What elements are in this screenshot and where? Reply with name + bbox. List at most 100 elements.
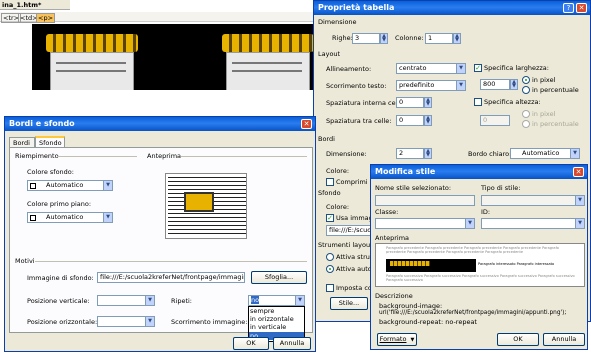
repeat-option[interactable]: sempre <box>250 307 274 315</box>
chevron-down-icon: ▼ <box>103 213 112 222</box>
style-preview-box: Paragrafo precedente Paragrafo precedent… <box>375 243 585 287</box>
borders-shading-title: Bordi e sfondo <box>9 119 75 128</box>
fill-divider <box>57 156 137 157</box>
repeat-value: no <box>251 296 260 304</box>
style-type-select[interactable]: ▼ <box>481 195 585 206</box>
height-input[interactable]: 0 <box>480 115 510 126</box>
border-size-label: Dimensione: <box>326 150 367 158</box>
width-spinner[interactable]: ▲ ▼ <box>510 79 518 90</box>
height-percent-label: in percentuale <box>532 120 579 128</box>
description-line-1: background-image: <box>379 302 443 310</box>
modify-style-titlebar: Modifica stile <box>371 165 587 179</box>
class-select[interactable]: ▼ <box>375 218 475 229</box>
light-border-select[interactable]: Automatico ▼ <box>510 148 580 159</box>
align-select[interactable]: centrato ▼ <box>396 63 466 74</box>
id-label: ID: <box>481 208 491 216</box>
close-icon[interactable]: ✕ <box>301 119 312 129</box>
repeat-select[interactable]: no ▼ <box>248 295 305 306</box>
cols-spinner[interactable]: ▲ ▼ <box>453 33 461 44</box>
chevron-down-icon: ▼ <box>456 81 465 90</box>
hpos-select[interactable]: ▼ <box>97 316 155 327</box>
preview-next-text: Paragrafo successivo Paragrafo successiv… <box>386 274 575 282</box>
repeat-option[interactable]: in verticale <box>250 323 286 331</box>
vpos-label: Posizione verticale: <box>27 297 90 305</box>
width-pixel-label: in pixel <box>532 76 556 84</box>
bg-color-label: Colore sfondo: <box>27 168 74 176</box>
height-pixel-radio[interactable] <box>522 110 530 118</box>
preview-inline-text: Paragrafo interessato Paragrafo interess… <box>478 262 555 266</box>
help-icon[interactable]: ? <box>563 3 574 13</box>
section-borders: Bordi <box>318 135 335 143</box>
repeat-option[interactable]: in orizzontale <box>250 315 294 323</box>
vpos-select[interactable]: ▼ <box>97 295 155 306</box>
preview-label: Anteprima <box>147 152 182 160</box>
tab-bordi[interactable]: Bordi <box>9 137 35 147</box>
style-name-label: Nome stile selezionato: <box>375 184 452 192</box>
cancel-button[interactable]: Annulla <box>543 333 585 346</box>
padding-spinner[interactable]: ▲ ▼ <box>424 97 432 108</box>
style-name-input[interactable] <box>375 195 475 206</box>
tools-radio-2[interactable] <box>326 265 334 273</box>
description-line-2: url('file:///E:/scuola2kreferNet/frontpa… <box>379 310 567 316</box>
scroll-value: predefinito <box>399 81 435 89</box>
bg-color-select[interactable]: Automatico ▼ <box>27 180 113 191</box>
width-checkbox[interactable]: ✓ <box>474 64 482 72</box>
close-icon[interactable]: ✕ <box>576 3 587 13</box>
class-label: Classe: <box>375 208 399 216</box>
section-size: Dimensione <box>318 18 357 26</box>
border-size-spinner[interactable]: ▲ ▼ <box>424 148 432 159</box>
collapse-checkbox[interactable] <box>326 178 334 186</box>
editor-file-tab[interactable]: ina_1.htm* <box>0 0 70 10</box>
repeat-label: Ripeti: <box>171 297 192 305</box>
border-size-input[interactable]: 2 <box>396 148 424 159</box>
chevron-down-icon: ▼ <box>295 296 304 305</box>
color-swatch <box>30 183 36 189</box>
fg-color-select[interactable]: Automatico ▼ <box>27 212 113 223</box>
browse-button[interactable]: Sfoglia... <box>251 271 307 284</box>
width-percent-radio[interactable] <box>522 86 530 94</box>
hpos-label: Posizione orizzontale: <box>27 318 98 326</box>
chevron-down-icon: ▼ <box>575 196 584 205</box>
patterns-divider <box>35 261 307 262</box>
width-input[interactable]: 800 <box>480 79 510 90</box>
set-default-checkbox[interactable] <box>326 284 334 292</box>
tab-sfondo-label: Sfondo <box>39 139 62 147</box>
chevron-down-icon: ▼ <box>465 219 474 228</box>
id-select[interactable]: ▼ <box>481 218 585 229</box>
tools-radio-1[interactable] <box>326 253 334 261</box>
preview-prev-text: Paragrafo precedente Paragrafo precedent… <box>386 246 559 254</box>
chevron-down-icon: ▼ <box>410 337 415 343</box>
borders-shading-titlebar: Bordi e sfondo <box>5 117 315 131</box>
chevron-down-icon: ▼ <box>145 296 154 305</box>
height-checkbox-label: Specifica altezza: <box>484 98 541 106</box>
style-preview-label: Anteprima <box>375 234 410 242</box>
format-button[interactable]: Formato ▼ <box>377 333 417 346</box>
section-layout: Layout <box>318 50 341 58</box>
section-patterns: Motivi <box>15 257 35 265</box>
style-type-label: Tipo di stile: <box>481 184 521 192</box>
height-percent-radio[interactable] <box>522 120 530 128</box>
ok-button[interactable]: OK <box>233 337 269 350</box>
align-value: centrato <box>399 64 427 72</box>
height-checkbox[interactable] <box>474 98 482 106</box>
style-button[interactable]: Stile... <box>330 297 368 310</box>
bg-image-input[interactable]: file:///E:/scuola2kreferNet/frontpage/im… <box>97 272 245 283</box>
rows-spinner[interactable]: ▲ ▼ <box>380 33 388 44</box>
border-color-label: Colore: <box>326 167 350 175</box>
scroll-select[interactable]: predefinito ▼ <box>396 80 466 91</box>
ok-button[interactable]: OK <box>497 333 539 346</box>
close-icon[interactable]: ✕ <box>573 167 584 177</box>
cancel-button[interactable]: Annulla <box>273 337 311 350</box>
file-tab-label: ina_1.htm* <box>2 1 42 9</box>
tab-sfondo[interactable]: Sfondo <box>35 136 65 147</box>
section-background: Sfondo <box>318 189 341 197</box>
rows-input[interactable]: 3 <box>352 33 380 44</box>
format-button-label: Formato <box>379 335 407 343</box>
tag-p[interactable]: <p> <box>36 13 56 23</box>
spacing-spinner[interactable]: ▲ ▼ <box>424 115 432 126</box>
width-pixel-radio[interactable] <box>522 76 530 84</box>
cols-input[interactable]: 1 <box>425 33 453 44</box>
padding-input[interactable]: 0 <box>396 97 424 108</box>
use-image-checkbox[interactable]: ✓ <box>326 214 334 222</box>
spacing-input[interactable]: 0 <box>396 115 424 126</box>
